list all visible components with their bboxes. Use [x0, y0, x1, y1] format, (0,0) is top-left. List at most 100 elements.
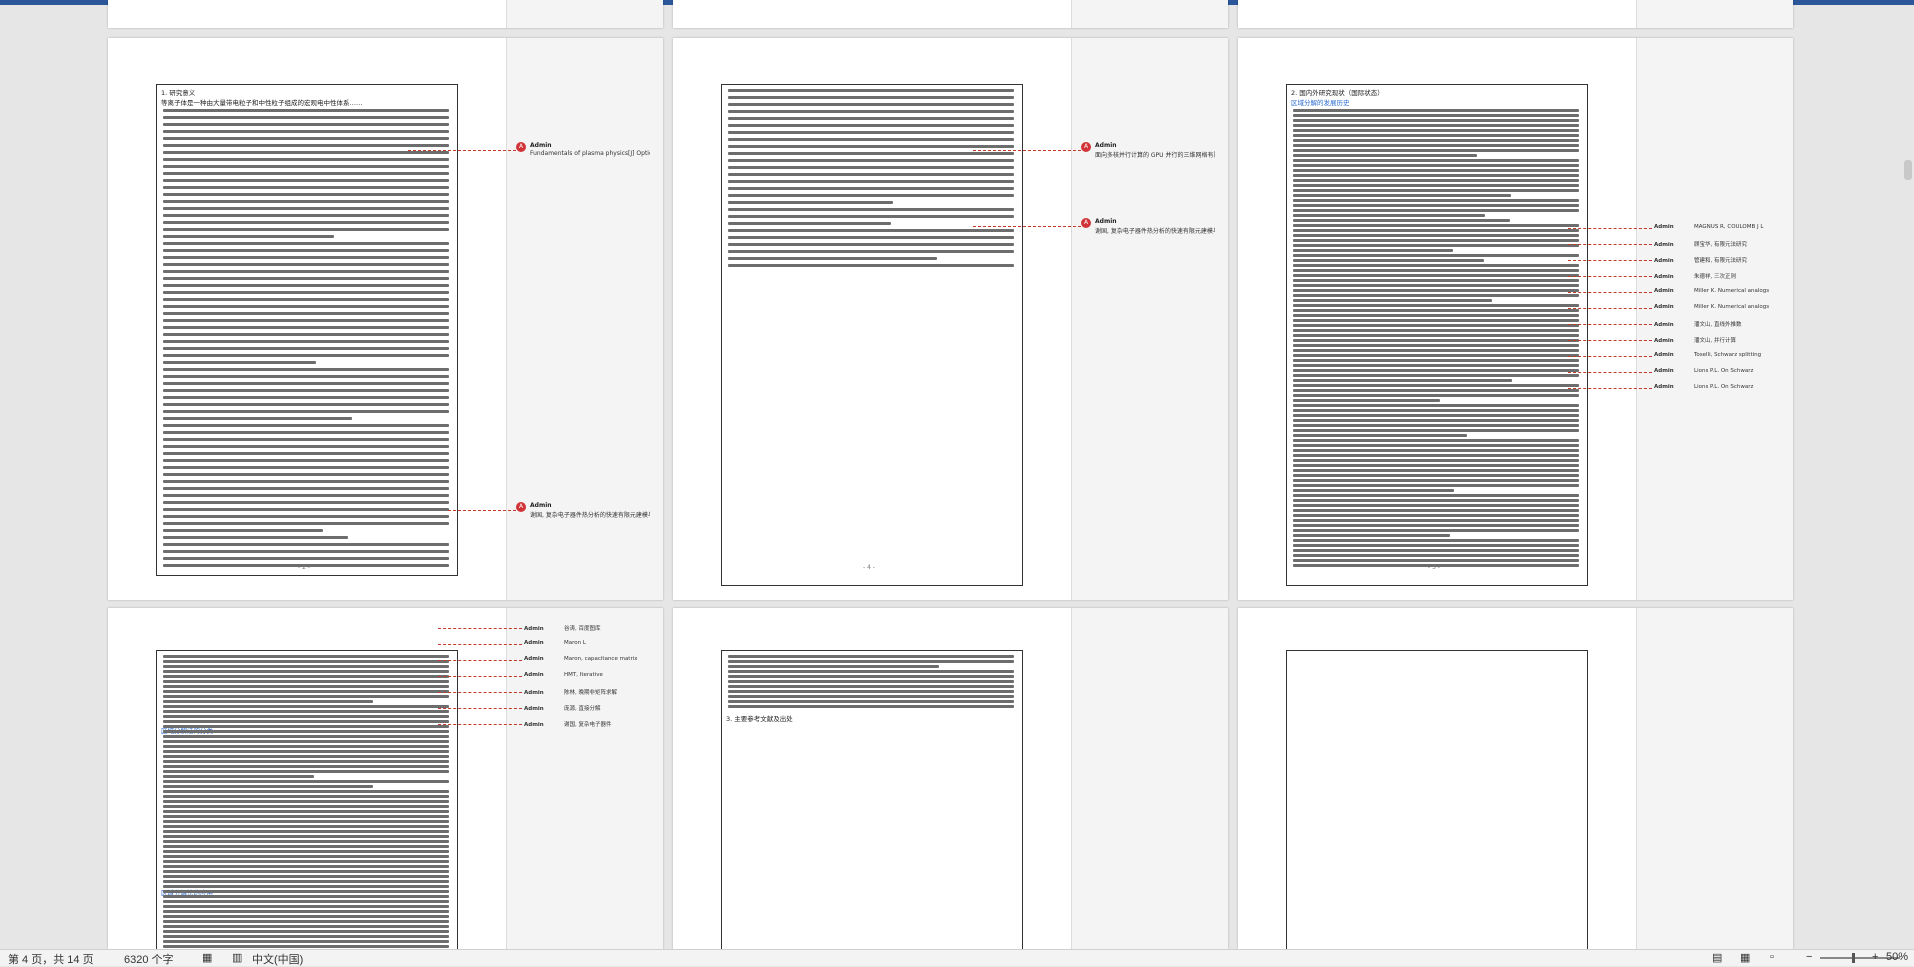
comment-connector: [1568, 292, 1652, 293]
text-line: [163, 940, 449, 943]
text-line: [1293, 304, 1579, 307]
vertical-scrollbar[interactable]: [1904, 160, 1912, 180]
comment-item[interactable]: Admin 管建和, 有限元法研究: [1654, 256, 1747, 266]
page-4[interactable]: A Admin 面向多核并行计算的 GPU 并行的三维网格有限元建模方法研究 A…: [673, 38, 1228, 600]
comment-item[interactable]: Admin 谢国, 复杂电子器件: [524, 720, 612, 730]
text-line: [163, 945, 449, 948]
text-line: [163, 875, 449, 878]
text-line: [728, 222, 891, 225]
read-mode-icon[interactable]: ▤: [1712, 951, 1722, 964]
text-line: [163, 935, 449, 938]
comment-margin: [1071, 38, 1228, 600]
text-line: [728, 89, 1014, 92]
text-line: [163, 815, 449, 818]
page-top-3: [1238, 0, 1793, 28]
text-line: [163, 438, 449, 441]
proofing-icon[interactable]: ▦: [202, 951, 212, 964]
page-2[interactable]: 1. 研究意义 等离子体是一种由大量带电粒子和中性粒子组成的宏观电中性体系…… …: [108, 38, 663, 600]
comment-item[interactable]: Admin Toselli, Schwarz splitting: [1654, 352, 1761, 362]
text-line: [1293, 399, 1440, 402]
zoom-out-icon[interactable]: −: [1806, 951, 1812, 963]
page-7[interactable]: 3. 主要参考文献及出处: [673, 608, 1228, 949]
zoom-level[interactable]: 50%: [1886, 951, 1908, 963]
comment[interactable]: A Admin 谢国, 复杂电子器件热分析的快速有限元建模与 CAD 技术研究: [516, 502, 656, 524]
comment-item[interactable]: Admin 潘文山, 直线外推数: [1654, 320, 1742, 330]
print-layout-icon[interactable]: ▦: [1740, 951, 1750, 964]
text-line: [1293, 114, 1579, 117]
page-top-1: [108, 0, 663, 28]
text-frame[interactable]: [721, 84, 1023, 586]
page-6[interactable]: 区域分解法的分类 区域分解法的应用 Admin谷涛, 百度图库 AdminMaro…: [108, 608, 663, 949]
comment-item[interactable]: Admin Lions P.L. On Schwarz: [1654, 384, 1753, 394]
text-line: [163, 550, 449, 553]
text-frame[interactable]: 1. 研究意义 等离子体是一种由大量带电粒子和中性粒子组成的宏观电中性体系……: [156, 84, 458, 576]
comment-connector: [1568, 340, 1652, 341]
text-line: [163, 680, 449, 683]
comment-item[interactable]: Admin Maron, capacitance matrix: [524, 656, 638, 666]
text-frame[interactable]: [1286, 650, 1588, 949]
text-line: [1293, 369, 1579, 372]
text-frame[interactable]: 3. 主要参考文献及出处: [721, 650, 1023, 949]
page-8[interactable]: [1238, 608, 1793, 949]
comment[interactable]: A Admin Fundamentals of plasma physics[J…: [516, 142, 656, 164]
text-line: [163, 291, 449, 294]
comment-author: Admin: [1095, 142, 1117, 149]
comment-item[interactable]: Admin Miller K. Numerical analogs: [1654, 288, 1769, 298]
text-line: [1293, 454, 1579, 457]
text-line: [163, 116, 449, 119]
comment-item[interactable]: Admin HMT, Iterative: [524, 672, 603, 682]
text-line: [163, 820, 449, 823]
text-frame[interactable]: 2. 国内外研究现状（国际状态） 区域分解的发展历史: [1286, 84, 1588, 586]
text-line: [1293, 319, 1579, 322]
comment-item[interactable]: Admin 朱德祥, 三次正则: [1654, 272, 1736, 282]
text-line: [163, 200, 449, 203]
text-line: [163, 172, 449, 175]
text-line: [163, 925, 449, 928]
text-line: [163, 665, 449, 668]
comment-item[interactable]: Admin MAGNUS R, COULOMB J L: [1654, 224, 1763, 234]
comment-item[interactable]: Admin 庞源, 直接分解: [524, 704, 601, 714]
text-line: [163, 284, 449, 287]
text-line: [728, 243, 1014, 246]
comment-item[interactable]: Admin Miller K. Numerical analogs: [1654, 304, 1769, 314]
comment-item[interactable]: Admin 顾宝华, 有限元法研究: [1654, 240, 1747, 250]
text-line: [1293, 274, 1579, 277]
page-5[interactable]: 2. 国内外研究现状（国际状态） 区域分解的发展历史 - 5 - Admin MA…: [1238, 38, 1793, 600]
text-line: [163, 780, 449, 783]
language-icon[interactable]: ▥: [232, 951, 242, 964]
comment-item[interactable]: Admin Maron L: [524, 640, 586, 650]
comment-item[interactable]: Admin Lions P.L. On Schwarz: [1654, 368, 1753, 378]
zoom-thumb[interactable]: [1852, 953, 1855, 963]
comment-connector: [1568, 244, 1652, 245]
comment-item[interactable]: Admin 谷涛, 百度图库: [524, 624, 601, 634]
text-line: [1293, 394, 1579, 397]
text-line: [163, 825, 449, 828]
comment-item[interactable]: Admin 潘文山, 并行计算: [1654, 336, 1736, 346]
text-line: [163, 319, 449, 322]
text-line: [728, 705, 1014, 708]
text-line: [163, 382, 449, 385]
web-layout-icon[interactable]: ▫: [1770, 951, 1774, 963]
comment-connector: [1568, 388, 1652, 389]
text-line: [163, 760, 449, 763]
text-line: [1293, 494, 1579, 497]
text-line: [1293, 154, 1477, 157]
comment-item[interactable]: Admin 陈林, 晚期非矩阵求解: [524, 688, 617, 698]
zoom-in-icon[interactable]: +: [1872, 951, 1878, 963]
text-line: [1293, 554, 1579, 557]
text-line: [1293, 434, 1467, 437]
text-line: [1293, 169, 1579, 172]
comment[interactable]: A Admin 谢国, 复杂电子器件热分析的快速有限元建模与 CAD 技术研究: [1081, 218, 1221, 240]
comment[interactable]: A Admin 面向多核并行计算的 GPU 并行的三维网格有限元建模方法研究: [1081, 142, 1221, 164]
text-line: [1293, 299, 1492, 302]
text-line: [163, 431, 449, 434]
text-line: [163, 144, 449, 147]
text-line: [1293, 229, 1579, 232]
text-line: [163, 695, 449, 698]
text-line: [1293, 179, 1579, 182]
text-line: [1293, 354, 1579, 357]
text-frame[interactable]: 区域分解法的分类 区域分解法的应用: [156, 650, 458, 949]
text-line: [728, 180, 1014, 183]
text-line: [1293, 534, 1450, 537]
text-line: [163, 895, 449, 898]
